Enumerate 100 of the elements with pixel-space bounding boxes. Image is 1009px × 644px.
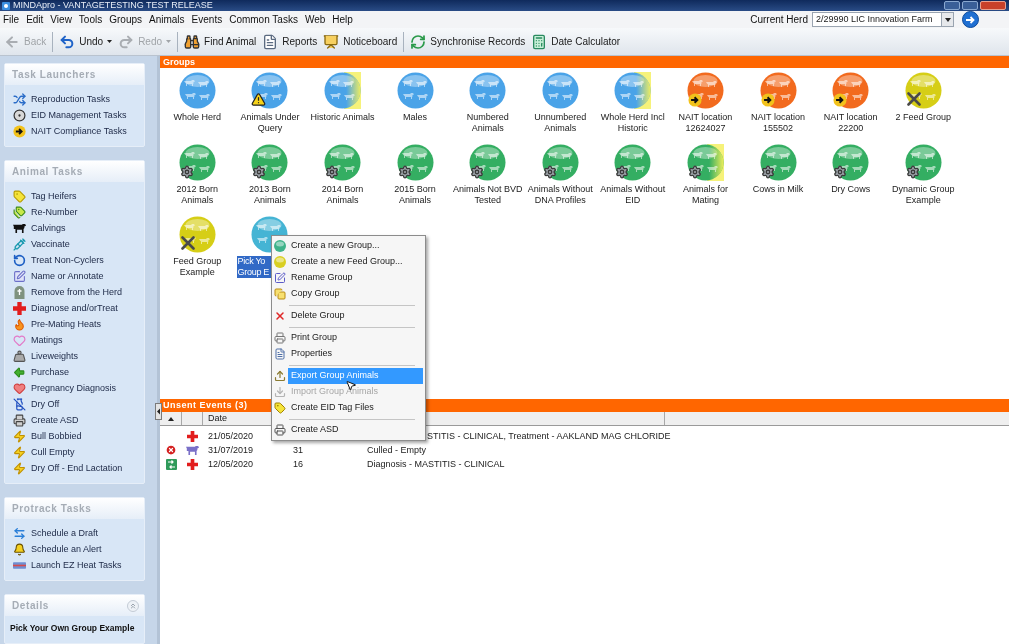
task-link[interactable]: Tag Heifers (31, 190, 77, 202)
task-link[interactable]: Liveweights (31, 350, 79, 362)
cow-group-icon[interactable] (178, 216, 216, 253)
group-label[interactable]: Males (380, 112, 451, 123)
menu-item[interactable]: Properties (288, 346, 423, 362)
cow-group-icon[interactable] (396, 144, 434, 181)
cow-group-icon[interactable] (178, 144, 216, 181)
group-label[interactable]: Whole Herd (162, 112, 233, 123)
task-link[interactable]: Purchase (31, 366, 70, 378)
toolbar-button[interactable]: Date Calculator (528, 30, 624, 53)
task-link[interactable]: NAIT Compliance Tasks (31, 125, 127, 137)
toolbar-button[interactable]: Find Animal (181, 30, 260, 53)
cow-group-icon[interactable] (759, 144, 797, 181)
group-label[interactable]: Animals Without DNA Profiles (525, 184, 596, 206)
toolbar-button[interactable]: Undo (56, 30, 116, 53)
dropdown-button[interactable] (941, 13, 953, 26)
cow-group-icon[interactable] (541, 144, 579, 181)
task-link[interactable]: EID Management Tasks (31, 109, 127, 121)
menu-item[interactable]: Print Group (288, 330, 423, 346)
cow-group-icon[interactable] (614, 144, 652, 181)
group-label[interactable]: Animals Not BVD Tested (452, 184, 523, 206)
task-link[interactable]: Pre-Mating Heats (31, 318, 102, 330)
menu-item[interactable]: Delete Group (288, 308, 423, 324)
group-label[interactable]: 2012 Born Animals (162, 184, 233, 206)
group-label[interactable]: Unnumbered Animals (525, 112, 596, 134)
menu-item[interactable]: Edit (23, 12, 47, 27)
gear-icon (397, 165, 412, 179)
panel-title: Details (12, 599, 49, 613)
menu-item[interactable]: Groups (106, 12, 145, 27)
group-label[interactable]: Pick Yo Group E (236, 256, 271, 278)
go-button[interactable] (962, 11, 979, 28)
task-link[interactable]: Schedule an Alert (31, 543, 102, 555)
task-link[interactable]: Re-Number (31, 206, 78, 218)
menu-item[interactable]: Web (301, 12, 329, 27)
printer-icon (274, 424, 286, 436)
task-link[interactable]: Diagnose and/orTreat (31, 302, 118, 314)
group-label[interactable]: Animals Without EID (597, 184, 668, 206)
menu-item[interactable]: Copy Group (288, 286, 423, 302)
lightning-icon (13, 429, 26, 443)
menu-item[interactable]: Events (188, 12, 226, 27)
task-link[interactable]: Create ASD (31, 414, 79, 426)
medical-cross-icon (13, 301, 26, 315)
collapse-handle-icon[interactable] (155, 403, 162, 420)
cow-group-icon[interactable] (469, 144, 507, 181)
menu-item[interactable]: Common Tasks (226, 12, 301, 27)
cow-group-icon[interactable] (832, 144, 870, 181)
group-label[interactable]: Dynamic Group Example (888, 184, 959, 206)
task-link[interactable]: Bull Bobbied (31, 430, 82, 442)
task-link[interactable]: Schedule a Draft (31, 527, 99, 539)
group-label[interactable]: 2015 Born Animals (380, 184, 451, 206)
lightning-icon (13, 445, 26, 459)
toolbar-button[interactable]: Synchronise Records (407, 30, 529, 53)
group-label[interactable]: NAIT location 12624027 (670, 112, 741, 134)
task-link[interactable]: Vaccinate (31, 238, 70, 250)
menu-item[interactable]: Help (329, 12, 356, 27)
task-link[interactable]: Reproduction Tasks (31, 93, 110, 105)
group-label[interactable]: Historic Animals (307, 112, 378, 123)
cow-group-icon[interactable] (251, 72, 289, 109)
group-label[interactable]: Numbered Animals (452, 112, 523, 134)
medical-cross-icon (187, 430, 198, 442)
task-link[interactable]: Cull Empty (31, 446, 75, 458)
menu-item[interactable]: Rename Group (288, 270, 423, 286)
group-label[interactable]: Dry Cows (815, 184, 886, 195)
task-link[interactable]: Pregnancy Diagnosis (31, 382, 117, 394)
menu-item[interactable]: Animals (146, 12, 188, 27)
details-value: Pick Your Own Group Example (10, 623, 136, 634)
gear-icon (325, 165, 339, 179)
herd-select[interactable]: 2/29990 LIC Innovation Farm (812, 12, 954, 27)
task-link[interactable]: Launch EZ Heat Tasks (31, 559, 122, 571)
menu-item[interactable]: Create ASD (288, 422, 423, 438)
group-label[interactable]: Cows in Milk (743, 184, 814, 195)
group-label[interactable]: Whole Herd Incl Historic (597, 112, 668, 134)
menu-item[interactable]: Create a new Group... (288, 238, 423, 254)
task-link[interactable]: Treat Non-Cyclers (31, 254, 104, 266)
group-label[interactable]: Animals for Mating (670, 184, 741, 206)
group-label[interactable]: Feed Group Example (162, 256, 233, 278)
maximize-button[interactable] (962, 1, 978, 10)
task-link[interactable]: Remove from the Herd (31, 286, 123, 298)
toolbar-button[interactable]: Reports (259, 30, 321, 53)
toolbar-button[interactable]: Noticeboard (320, 30, 401, 53)
menu-item[interactable]: Create a new Feed Group... (288, 254, 423, 270)
cow-group-icon[interactable] (324, 144, 361, 181)
menu-item[interactable]: Tools (75, 12, 106, 27)
menu-item[interactable]: View (47, 12, 75, 27)
task-link[interactable]: Dry Off - End Lactation (31, 462, 123, 474)
group-label[interactable]: 2013 Born Animals (234, 184, 305, 206)
printer-icon (13, 413, 26, 427)
task-link[interactable]: Calvings (31, 222, 66, 234)
cow-group-icon[interactable] (904, 72, 942, 109)
group-label[interactable]: 2014 Born Animals (307, 184, 378, 206)
group-label[interactable]: 2 Feed Group (888, 112, 959, 123)
task-link[interactable]: Matings (31, 334, 63, 346)
task-link[interactable]: Dry Off (31, 398, 60, 410)
group-label[interactable]: NAIT location 22200 (815, 112, 886, 134)
cow-group-icon[interactable] (251, 144, 289, 181)
menu-item[interactable]: File (0, 12, 23, 27)
group-label[interactable]: Animals Under Query (234, 112, 305, 134)
group-label[interactable]: NAIT location 155502 (743, 112, 814, 134)
cow-group-icon[interactable] (904, 144, 942, 181)
task-link[interactable]: Name or Annotate (31, 270, 104, 282)
